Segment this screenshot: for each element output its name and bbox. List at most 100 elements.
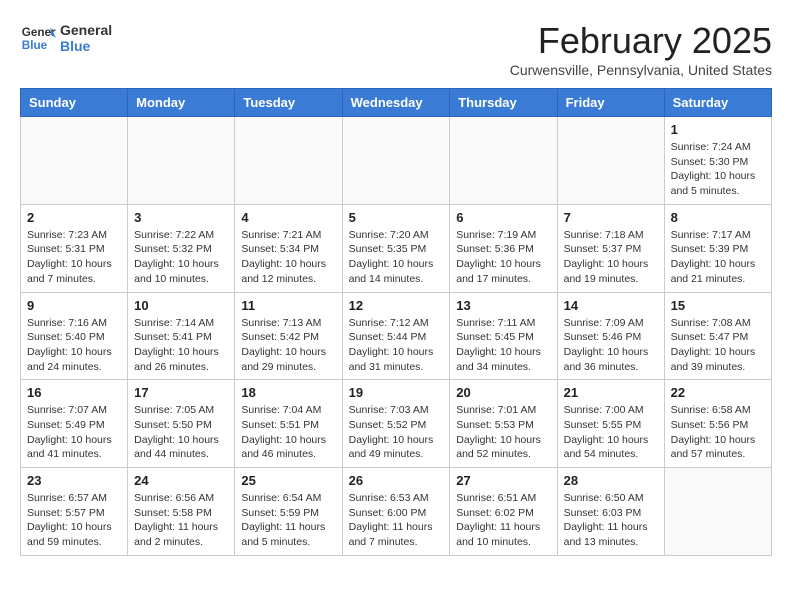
day-info: Sunrise: 7:24 AM Sunset: 5:30 PM Dayligh… [671,140,765,199]
day-info: Sunrise: 7:09 AM Sunset: 5:46 PM Dayligh… [564,316,658,375]
day-number: 26 [349,473,444,488]
day-number: 4 [241,210,335,225]
calendar-day: 2Sunrise: 7:23 AM Sunset: 5:31 PM Daylig… [21,204,128,292]
day-number: 20 [456,385,550,400]
calendar-day: 12Sunrise: 7:12 AM Sunset: 5:44 PM Dayli… [342,292,450,380]
day-number: 21 [564,385,658,400]
calendar-day: 17Sunrise: 7:05 AM Sunset: 5:50 PM Dayli… [128,380,235,468]
day-number: 9 [27,298,121,313]
day-info: Sunrise: 6:54 AM Sunset: 5:59 PM Dayligh… [241,491,335,550]
day-info: Sunrise: 7:07 AM Sunset: 5:49 PM Dayligh… [27,403,121,462]
day-number: 8 [671,210,765,225]
calendar-day [557,117,664,205]
calendar-week-5: 23 Sunrise: 6:57 AM Sunset: 5:57 PM Dayli… [21,468,772,556]
calendar-day: 18 Sunrise: 7:04 AM Sunset: 5:51 PM Dayli… [235,380,342,468]
calendar-day: 1 Sunrise: 7:24 AM Sunset: 5:30 PM Daylig… [664,117,771,205]
month-title: February 2025 [510,20,772,62]
day-info: Sunrise: 7:16 AM Sunset: 5:40 PM Dayligh… [27,316,121,375]
day-header-wednesday: Wednesday [342,89,450,117]
day-header-monday: Monday [128,89,235,117]
day-number: 16 [27,385,121,400]
day-number: 18 [241,385,335,400]
day-info: Sunrise: 6:51 AM Sunset: 6:02 PM Dayligh… [456,491,550,550]
day-info: Sunrise: 7:05 AM Sunset: 5:50 PM Dayligh… [134,403,228,462]
day-number: 7 [564,210,658,225]
svg-text:Blue: Blue [22,39,48,52]
day-info: Sunrise: 7:18 AM Sunset: 5:37 PM Dayligh… [564,228,658,287]
calendar-table: SundayMondayTuesdayWednesdayThursdayFrid… [20,88,772,556]
calendar-day [128,117,235,205]
day-info: Sunrise: 7:20 AM Sunset: 5:35 PM Dayligh… [349,228,444,287]
day-info: Sunrise: 7:08 AM Sunset: 5:47 PM Dayligh… [671,316,765,375]
calendar-day: 23 Sunrise: 6:57 AM Sunset: 5:57 PM Dayli… [21,468,128,556]
day-number: 25 [241,473,335,488]
day-number: 11 [241,298,335,313]
day-info: Sunrise: 7:03 AM Sunset: 5:52 PM Dayligh… [349,403,444,462]
calendar-day: 11Sunrise: 7:13 AM Sunset: 5:42 PM Dayli… [235,292,342,380]
calendar-day: 7 Sunrise: 7:18 AM Sunset: 5:37 PM Daylig… [557,204,664,292]
calendar-day: 22 Sunrise: 6:58 AM Sunset: 5:56 PM Dayli… [664,380,771,468]
calendar-day: 24 Sunrise: 6:56 AM Sunset: 5:58 PM Dayli… [128,468,235,556]
day-info: Sunrise: 7:04 AM Sunset: 5:51 PM Dayligh… [241,403,335,462]
day-info: Sunrise: 7:11 AM Sunset: 5:45 PM Dayligh… [456,316,550,375]
day-info: Sunrise: 6:53 AM Sunset: 6:00 PM Dayligh… [349,491,444,550]
calendar-week-4: 16 Sunrise: 7:07 AM Sunset: 5:49 PM Dayli… [21,380,772,468]
calendar-day [450,117,557,205]
day-number: 23 [27,473,121,488]
calendar-day: 4 Sunrise: 7:21 AM Sunset: 5:34 PM Daylig… [235,204,342,292]
day-number: 6 [456,210,550,225]
calendar-week-3: 9 Sunrise: 7:16 AM Sunset: 5:40 PM Daylig… [21,292,772,380]
calendar-day: 10Sunrise: 7:14 AM Sunset: 5:41 PM Dayli… [128,292,235,380]
day-header-tuesday: Tuesday [235,89,342,117]
day-info: Sunrise: 7:14 AM Sunset: 5:41 PM Dayligh… [134,316,228,375]
day-info: Sunrise: 7:23 AM Sunset: 5:31 PM Dayligh… [27,228,121,287]
calendar-day [342,117,450,205]
day-info: Sunrise: 6:58 AM Sunset: 5:56 PM Dayligh… [671,403,765,462]
day-number: 1 [671,122,765,137]
day-number: 3 [134,210,228,225]
calendar-header-row: SundayMondayTuesdayWednesdayThursdayFrid… [21,89,772,117]
calendar-day: 15Sunrise: 7:08 AM Sunset: 5:47 PM Dayli… [664,292,771,380]
day-number: 27 [456,473,550,488]
logo-general-text: General [60,22,112,38]
day-info: Sunrise: 7:19 AM Sunset: 5:36 PM Dayligh… [456,228,550,287]
calendar-day: 20Sunrise: 7:01 AM Sunset: 5:53 PM Dayli… [450,380,557,468]
day-info: Sunrise: 6:56 AM Sunset: 5:58 PM Dayligh… [134,491,228,550]
day-number: 5 [349,210,444,225]
logo: General Blue General Blue [20,20,112,56]
day-number: 28 [564,473,658,488]
calendar-day: 3 Sunrise: 7:22 AM Sunset: 5:32 PM Daylig… [128,204,235,292]
calendar-day: 19 Sunrise: 7:03 AM Sunset: 5:52 PM Dayli… [342,380,450,468]
day-header-sunday: Sunday [21,89,128,117]
day-info: Sunrise: 7:00 AM Sunset: 5:55 PM Dayligh… [564,403,658,462]
location-text: Curwensville, Pennsylvania, United State… [510,62,772,78]
day-number: 13 [456,298,550,313]
calendar-day: 6 Sunrise: 7:19 AM Sunset: 5:36 PM Daylig… [450,204,557,292]
day-number: 19 [349,385,444,400]
calendar-day: 21 Sunrise: 7:00 AM Sunset: 5:55 PM Dayli… [557,380,664,468]
day-info: Sunrise: 6:50 AM Sunset: 6:03 PM Dayligh… [564,491,658,550]
calendar-day: 13 Sunrise: 7:11 AM Sunset: 5:45 PM Dayli… [450,292,557,380]
day-header-saturday: Saturday [664,89,771,117]
calendar-day [21,117,128,205]
logo-icon: General Blue [20,20,56,56]
day-number: 22 [671,385,765,400]
calendar-week-1: 1 Sunrise: 7:24 AM Sunset: 5:30 PM Daylig… [21,117,772,205]
calendar-day: 14 Sunrise: 7:09 AM Sunset: 5:46 PM Dayli… [557,292,664,380]
day-number: 14 [564,298,658,313]
logo-blue-text: Blue [60,38,112,54]
calendar-day: 8Sunrise: 7:17 AM Sunset: 5:39 PM Daylig… [664,204,771,292]
calendar-day [664,468,771,556]
day-info: Sunrise: 7:22 AM Sunset: 5:32 PM Dayligh… [134,228,228,287]
day-info: Sunrise: 7:12 AM Sunset: 5:44 PM Dayligh… [349,316,444,375]
calendar-day: 28 Sunrise: 6:50 AM Sunset: 6:03 PM Dayli… [557,468,664,556]
day-number: 24 [134,473,228,488]
day-header-friday: Friday [557,89,664,117]
day-info: Sunrise: 7:21 AM Sunset: 5:34 PM Dayligh… [241,228,335,287]
calendar-day: 26 Sunrise: 6:53 AM Sunset: 6:00 PM Dayli… [342,468,450,556]
calendar-week-2: 2Sunrise: 7:23 AM Sunset: 5:31 PM Daylig… [21,204,772,292]
page-header: General Blue General Blue February 2025 … [20,20,772,78]
day-header-thursday: Thursday [450,89,557,117]
day-info: Sunrise: 6:57 AM Sunset: 5:57 PM Dayligh… [27,491,121,550]
calendar-day: 16 Sunrise: 7:07 AM Sunset: 5:49 PM Dayli… [21,380,128,468]
